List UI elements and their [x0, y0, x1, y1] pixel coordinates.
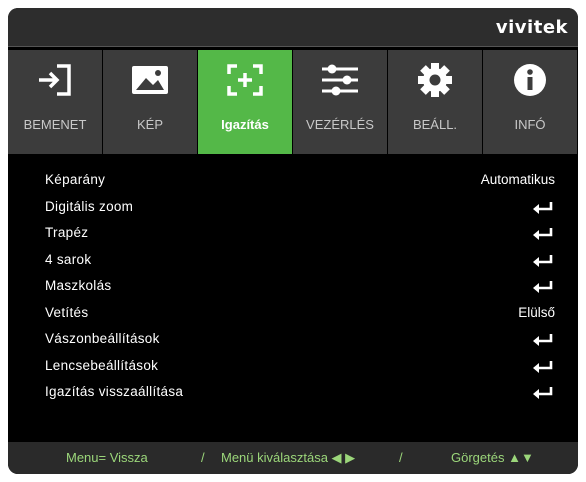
tab-label: Igazítás [221, 117, 269, 132]
footer-hint-bar: Menu= Vissza / Menü kiválasztása ◀ ▶ / G… [8, 442, 578, 474]
menu-item-label: 4 sarok [45, 251, 92, 267]
tab-bar: BEMENET KÉP Igazítás VEZÉRLÉS BEÁLL. INF… [8, 50, 578, 154]
enter-icon [533, 360, 553, 373]
menu-item-label: Lencsebeállítások [45, 357, 159, 373]
footer-select-hint: Menü kiválasztása ◀ ▶ [221, 450, 356, 465]
menu-item-screen-settings[interactable]: Vászonbeállítások [8, 327, 578, 354]
enter-icon [533, 281, 553, 293]
tab-input[interactable]: BEMENET [8, 50, 102, 154]
menu-item-label: Vászonbeállítások [45, 331, 160, 346]
image-icon [132, 66, 168, 94]
footer-scroll-hint: Görgetés ▲▼ [451, 450, 534, 465]
menu-item-projection[interactable]: Vetítés Elülső [8, 301, 578, 328]
enter-icon [533, 387, 553, 399]
tab-alignment[interactable]: Igazítás [198, 50, 292, 154]
menu-item-alignment-reset[interactable]: Igazítás visszaállítása [8, 380, 578, 407]
tab-info[interactable]: INFÓ [483, 50, 577, 154]
footer-separator: / [201, 450, 205, 465]
enter-icon [533, 228, 553, 240]
footer-back-hint: Menu= Vissza [66, 450, 148, 465]
tab-label: KÉP [136, 117, 163, 132]
tab-settings[interactable]: BEÁLL. [388, 50, 482, 154]
input-icon [39, 64, 71, 96]
tab-label: BEMENET [23, 117, 87, 132]
brand-logo: vivitek [495, 17, 568, 38]
menu-item-masking[interactable]: Maszkolás [8, 274, 578, 301]
osd-menu-frame: vivitek BEMENET KÉP Igazítás VEZÉRLÉS BE… [8, 8, 578, 474]
settings-menu: Képarány Automatikus Digitális zoom Trap… [8, 168, 578, 407]
enter-icon [533, 201, 553, 214]
menu-item-value: Elülső [518, 304, 555, 320]
menu-item-four-corner[interactable]: 4 sarok [8, 248, 578, 275]
tab-label: BEÁLL. [412, 117, 458, 132]
top-bar: vivitek [8, 8, 578, 47]
info-icon [514, 64, 546, 96]
tab-control[interactable]: VEZÉRLÉS [293, 50, 387, 154]
menu-item-keystone[interactable]: Trapéz [8, 221, 578, 248]
menu-item-label: Képarány [45, 172, 106, 187]
tab-label: VEZÉRLÉS [306, 117, 374, 132]
menu-item-value: Automatikus [480, 172, 555, 187]
menu-item-label: Igazítás visszaállítása [45, 384, 184, 399]
footer-separator: / [399, 450, 403, 465]
menu-item-lens-settings[interactable]: Lencsebeállítások [8, 354, 578, 381]
menu-item-digital-zoom[interactable]: Digitális zoom [8, 195, 578, 222]
menu-item-label: Maszkolás [45, 278, 112, 293]
menu-item-label: Vetítés [45, 304, 89, 320]
enter-icon [533, 334, 553, 346]
tab-label: INFÓ [514, 117, 546, 132]
menu-item-aspect-ratio[interactable]: Képarány Automatikus [8, 168, 578, 195]
sliders-icon [322, 64, 358, 96]
menu-item-label: Trapéz [45, 225, 89, 240]
enter-icon [533, 254, 553, 267]
tab-image[interactable]: KÉP [103, 50, 197, 154]
menu-item-label: Digitális zoom [45, 198, 134, 214]
gear-icon [418, 63, 452, 97]
alignment-icon [227, 64, 263, 96]
